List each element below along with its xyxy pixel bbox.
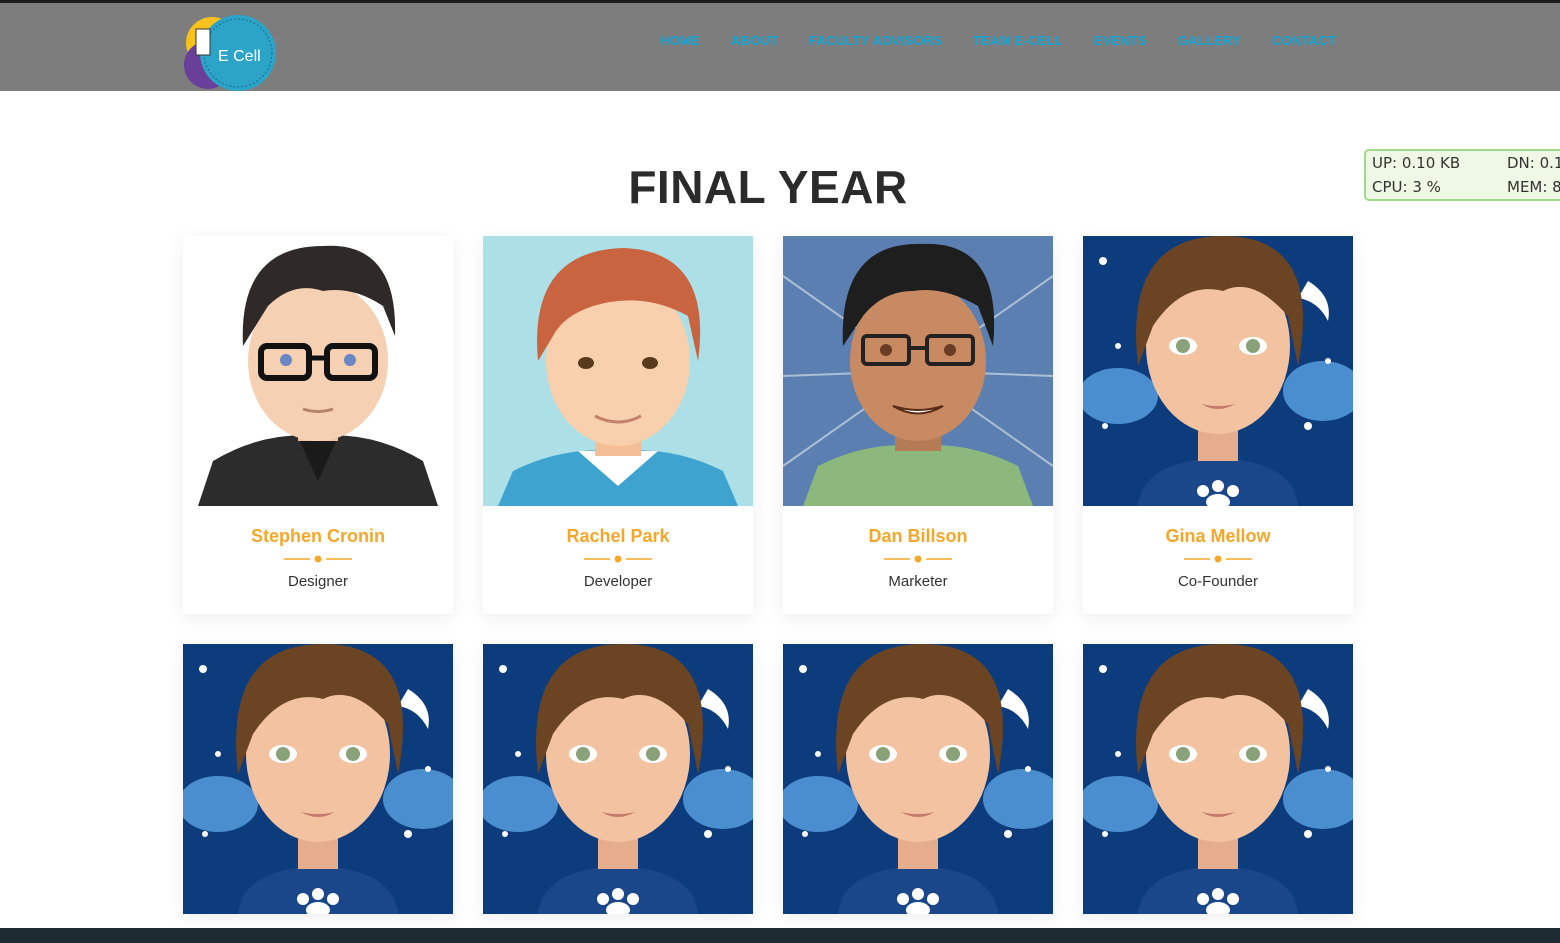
member-name: Stephen Cronin [251,526,385,546]
nav-events[interactable]: EVENTS [1094,33,1147,48]
member-card: Dan Billson Marketer [783,236,1053,614]
avatar-woman-night-sky [1083,236,1353,506]
section-title: FINAL YEAR [628,161,908,213]
nav-gallery[interactable]: GALLERY [1178,33,1241,48]
main-nav: HOME ABOUT FACULTY ADVISORS TEAM E-CELL … [660,33,1367,48]
nav-team-ecell[interactable]: TEAM E-CELL [973,33,1063,48]
member-info: Stephen Cronin Designer [183,506,453,614]
nav-faculty-advisors[interactable]: FACULTY ADVISORS [809,33,942,48]
member-info: Gina Mellow Co-Founder [1083,506,1353,614]
avatar-woman-night-sky [483,644,753,914]
name-divider [1184,555,1252,563]
avatar-man-glasses-dark-hair [183,236,453,506]
member-name: Gina Mellow [1165,526,1271,546]
member-card: Gina Mellow Co-Founder [1083,236,1353,614]
name-divider [884,555,952,563]
os-taskbar [0,928,1560,943]
nav-home[interactable]: HOME [660,33,700,48]
member-role: Designer [287,573,349,590]
avatar-man-red-hair [483,236,753,506]
member-card [783,644,1053,914]
name-divider [284,555,352,563]
nav-about[interactable]: ABOUT [731,33,778,48]
avatar-woman-night-sky [1083,644,1353,914]
member-info: Rachel Park Developer [483,506,753,614]
avatar-woman-night-sky [783,644,1053,914]
member-role: Developer [583,573,653,590]
member-name: Dan Billson [868,526,968,546]
member-name: Rachel Park [566,526,670,546]
avatar-man-glasses-tan [783,236,1053,506]
avatar-woman-night-sky [183,644,453,914]
member-info: Dan Billson Marketer [783,506,1053,614]
member-card [183,644,453,914]
svg-text:E Cell: E Cell [218,48,261,65]
member-role: Marketer [888,573,948,590]
ecell-logo[interactable]: E Cell [182,13,282,93]
member-card [483,644,753,914]
navbar: E Cell HOME ABOUT FACULTY ADVISORS TEAM … [0,3,1560,91]
member-role: Co-Founder [1177,573,1259,590]
member-card: Stephen Cronin Designer [183,236,453,614]
name-divider [584,555,652,563]
member-card: Rachel Park Developer [483,236,753,614]
nav-contact[interactable]: CONTACT [1272,33,1336,48]
member-card [1083,644,1353,914]
